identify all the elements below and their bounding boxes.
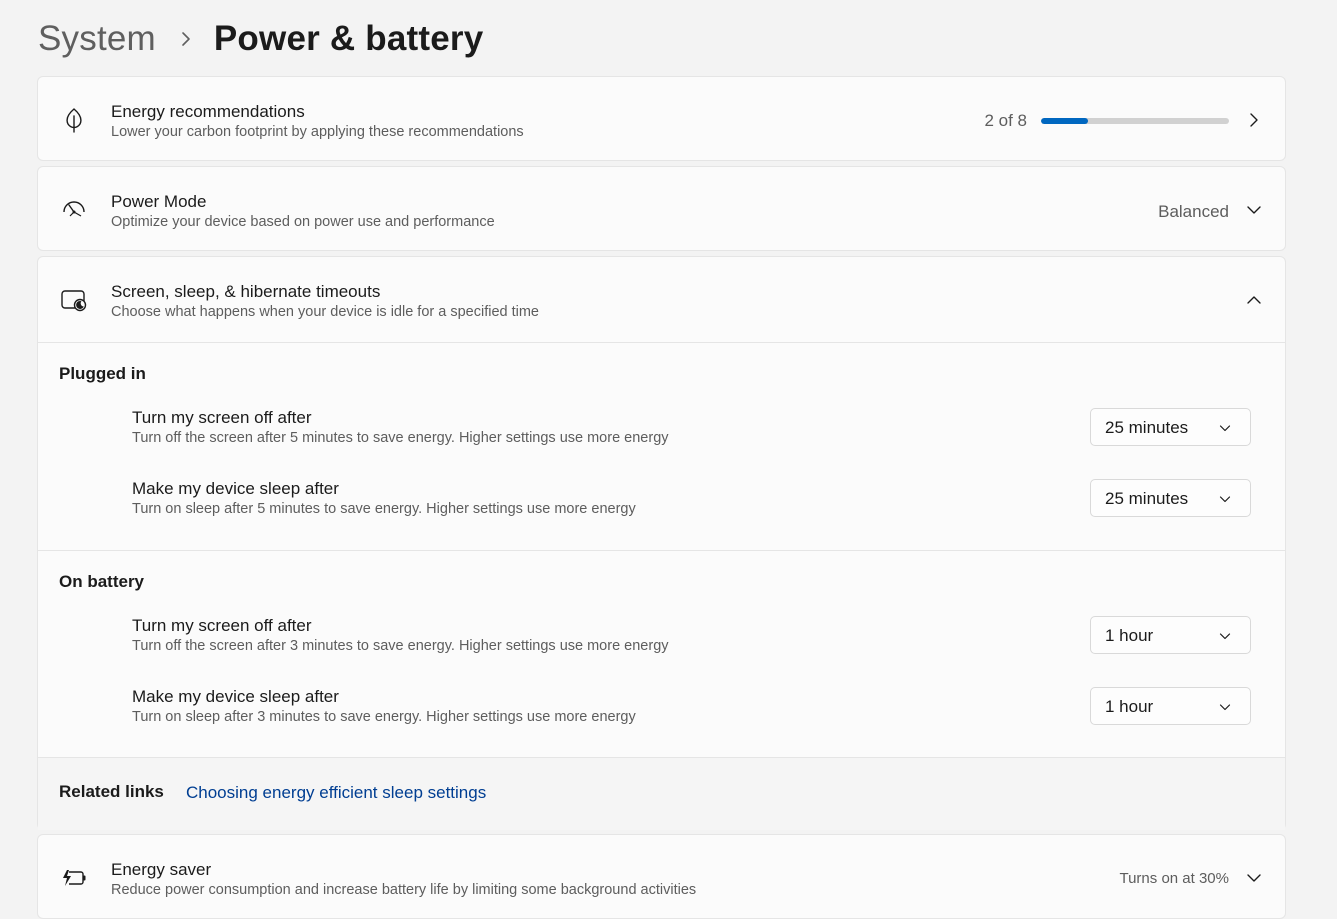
dropdown-value: 1 hour (1105, 626, 1154, 645)
dropdown-value: 25 minutes (1105, 489, 1189, 508)
chevron-right-icon (166, 31, 206, 47)
battery-sleep-description: Turn on sleep after 3 minutes to save en… (132, 709, 636, 725)
battery-saver-icon (60, 864, 88, 892)
energy-saver-card[interactable]: Energy saver Reduce power consumption an… (37, 834, 1286, 919)
timeouts-title: Screen, sleep, & hibernate timeouts (111, 282, 381, 301)
related-links: Related links Choosing energy efficient … (38, 757, 1285, 830)
chevron-down-icon (1218, 629, 1232, 643)
progress-fill (1041, 118, 1088, 124)
battery-screen-off-description: Turn off the screen after 3 minutes to s… (132, 638, 669, 654)
dropdown-value: 25 minutes (1105, 418, 1189, 437)
power-mode-value[interactable]: Balanced (1158, 202, 1229, 222)
divider (38, 342, 1285, 343)
plugged-screen-off-title: Turn my screen off after (132, 408, 312, 427)
timeouts-header[interactable]: Screen, sleep, & hibernate timeouts Choo… (38, 257, 1285, 342)
energy-recommendations-description: Lower your carbon footprint by applying … (111, 124, 524, 140)
breadcrumb-system-link[interactable]: System (38, 19, 156, 59)
battery-sleep-row: Make my device sleep after Turn on sleep… (59, 673, 1285, 741)
plugged-screen-off-description: Turn off the screen after 5 minutes to s… (132, 430, 669, 446)
chevron-up-icon[interactable] (1245, 291, 1263, 309)
page-title: Power & battery (213, 19, 484, 58)
plugged-screen-off-row: Turn my screen off after Turn off the sc… (59, 394, 1285, 462)
related-links-label: Related links (59, 782, 164, 801)
energy-saver-title: Energy saver (111, 860, 212, 879)
plugged-sleep-dropdown[interactable]: 25 minutes (1090, 479, 1251, 517)
battery-sleep-dropdown[interactable]: 1 hour (1090, 687, 1251, 725)
on-battery-label: On battery (59, 572, 145, 591)
chevron-right-icon[interactable] (1245, 111, 1263, 129)
chevron-down-icon (1218, 700, 1232, 714)
recommendations-progress: 2 of 8 (984, 111, 1229, 131)
progress-count: 2 of 8 (984, 111, 1027, 130)
dropdown-value: 1 hour (1105, 697, 1154, 716)
energy-recommendations-title: Energy recommendations (111, 102, 305, 121)
plugged-screen-off-dropdown[interactable]: 25 minutes (1090, 408, 1251, 446)
plugged-sleep-description: Turn on sleep after 5 minutes to save en… (132, 501, 636, 517)
battery-screen-off-row: Turn my screen off after Turn off the sc… (59, 602, 1285, 670)
chevron-down-icon (1218, 421, 1232, 435)
chevron-down-icon (1218, 492, 1232, 506)
battery-screen-off-title: Turn my screen off after (132, 616, 312, 635)
battery-sleep-title: Make my device sleep after (132, 687, 339, 706)
chevron-down-icon[interactable] (1245, 201, 1263, 219)
power-mode-title: Power Mode (111, 192, 207, 211)
plugged-sleep-title: Make my device sleep after (132, 479, 339, 498)
divider (38, 550, 1285, 551)
timeouts-description: Choose what happens when your device is … (111, 304, 539, 320)
timeouts-card: Screen, sleep, & hibernate timeouts Choo… (37, 256, 1286, 830)
plugged-in-label: Plugged in (59, 364, 146, 383)
energy-saver-description: Reduce power consumption and increase ba… (111, 882, 697, 898)
energy-saver-value: Turns on at 30% (1119, 870, 1229, 887)
energy-sleep-settings-link[interactable]: Choosing energy efficient sleep settings (186, 783, 486, 803)
chevron-down-icon[interactable] (1245, 869, 1263, 887)
power-mode-card[interactable]: Power Mode Optimize your device based on… (37, 166, 1286, 251)
plugged-sleep-row: Make my device sleep after Turn on sleep… (59, 465, 1285, 533)
screen-moon-icon (60, 286, 88, 314)
progress-bar (1041, 118, 1229, 124)
energy-recommendations-card[interactable]: Energy recommendations Lower your carbon… (37, 76, 1286, 161)
leaf-icon (60, 106, 88, 134)
battery-screen-off-dropdown[interactable]: 1 hour (1090, 616, 1251, 654)
gauge-icon (60, 195, 88, 223)
power-mode-description: Optimize your device based on power use … (111, 214, 495, 230)
breadcrumb: System Power & battery (38, 16, 483, 62)
